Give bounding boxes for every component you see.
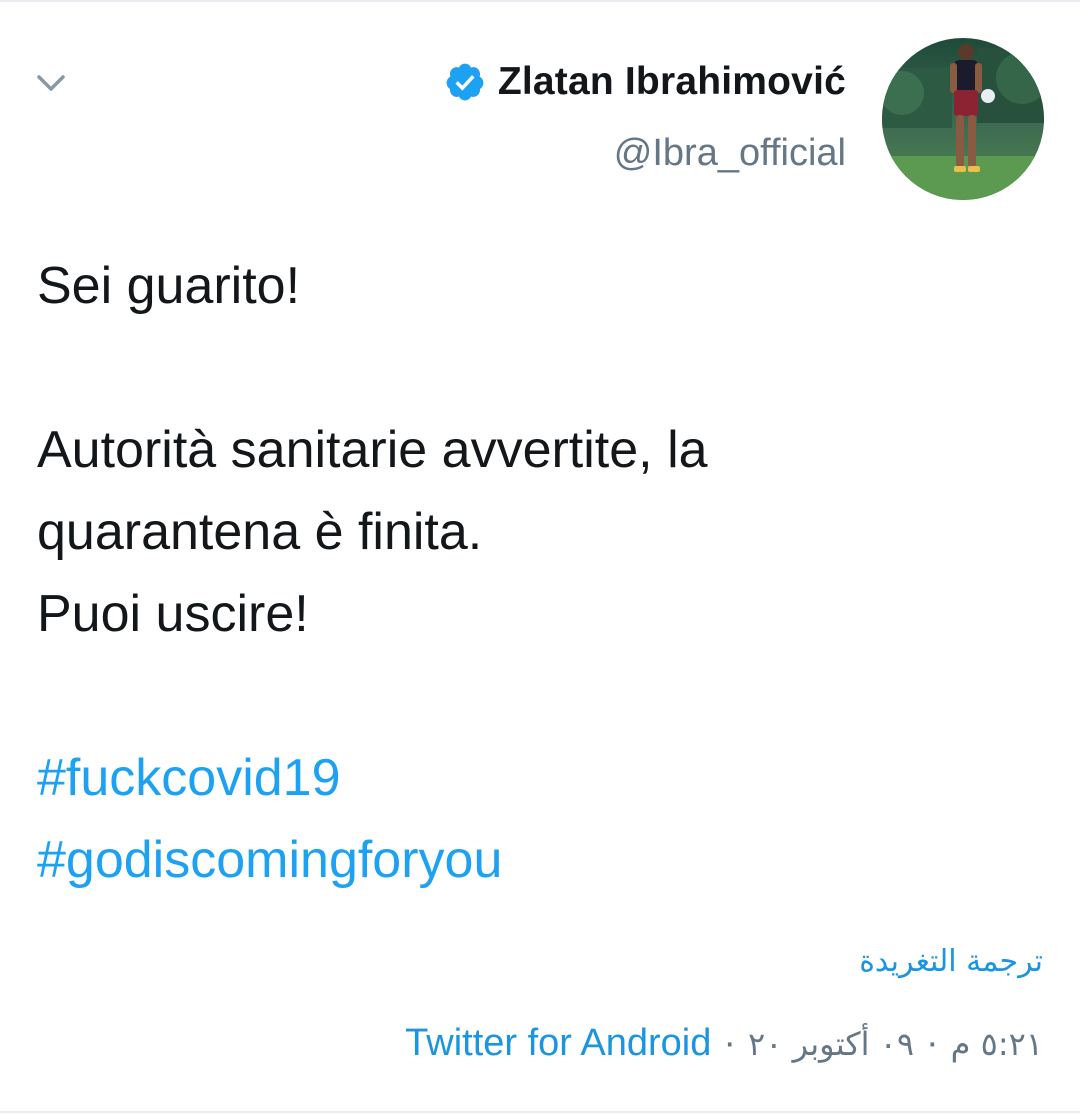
bottom-divider — [0, 1111, 1080, 1113]
verified-badge-icon — [446, 63, 484, 101]
tweet-text-line: Puoi uscire! — [37, 585, 309, 643]
author-handle[interactable]: @Ibra_official — [444, 132, 846, 175]
tweet-header: Zlatan Ibrahimović @Ibra_official — [444, 56, 846, 175]
chevron-down-icon[interactable] — [34, 66, 68, 100]
translate-tweet-link[interactable]: ترجمة التغريدة — [859, 944, 1043, 979]
tweet-text: Sei guarito! Autorità sanitarie avvertit… — [37, 245, 1047, 901]
hashtag-link[interactable]: #fuckcovid19 — [37, 737, 1047, 819]
tweet-text-line: Autorità sanitarie avvertite, la — [37, 421, 708, 479]
source-app-link[interactable]: Twitter for Android — [405, 1022, 711, 1065]
tweet-date[interactable]: ٠٩ أكتوبر ٢٠ — [748, 1025, 914, 1063]
author-name-row: Zlatan Ibrahimović — [444, 56, 846, 108]
tweet-time[interactable]: ٥:٢١ م — [951, 1025, 1043, 1063]
meta-separator: · — [926, 1022, 939, 1064]
meta-separator: · — [723, 1022, 737, 1064]
tweet-text-line: Sei guarito! — [37, 257, 301, 315]
author-display-name[interactable]: Zlatan Ibrahimović — [498, 60, 846, 104]
tweet-meta: Twitter for Android · ٠٩ أكتوبر ٢٠ · ٥:٢… — [405, 1022, 1043, 1065]
top-divider — [0, 0, 1080, 2]
tweet-text-line: quarantena è finita. — [37, 503, 483, 561]
profile-photo — [882, 38, 1044, 200]
hashtag-link[interactable]: #godiscomingforyou — [37, 819, 1047, 901]
avatar[interactable] — [882, 38, 1044, 200]
